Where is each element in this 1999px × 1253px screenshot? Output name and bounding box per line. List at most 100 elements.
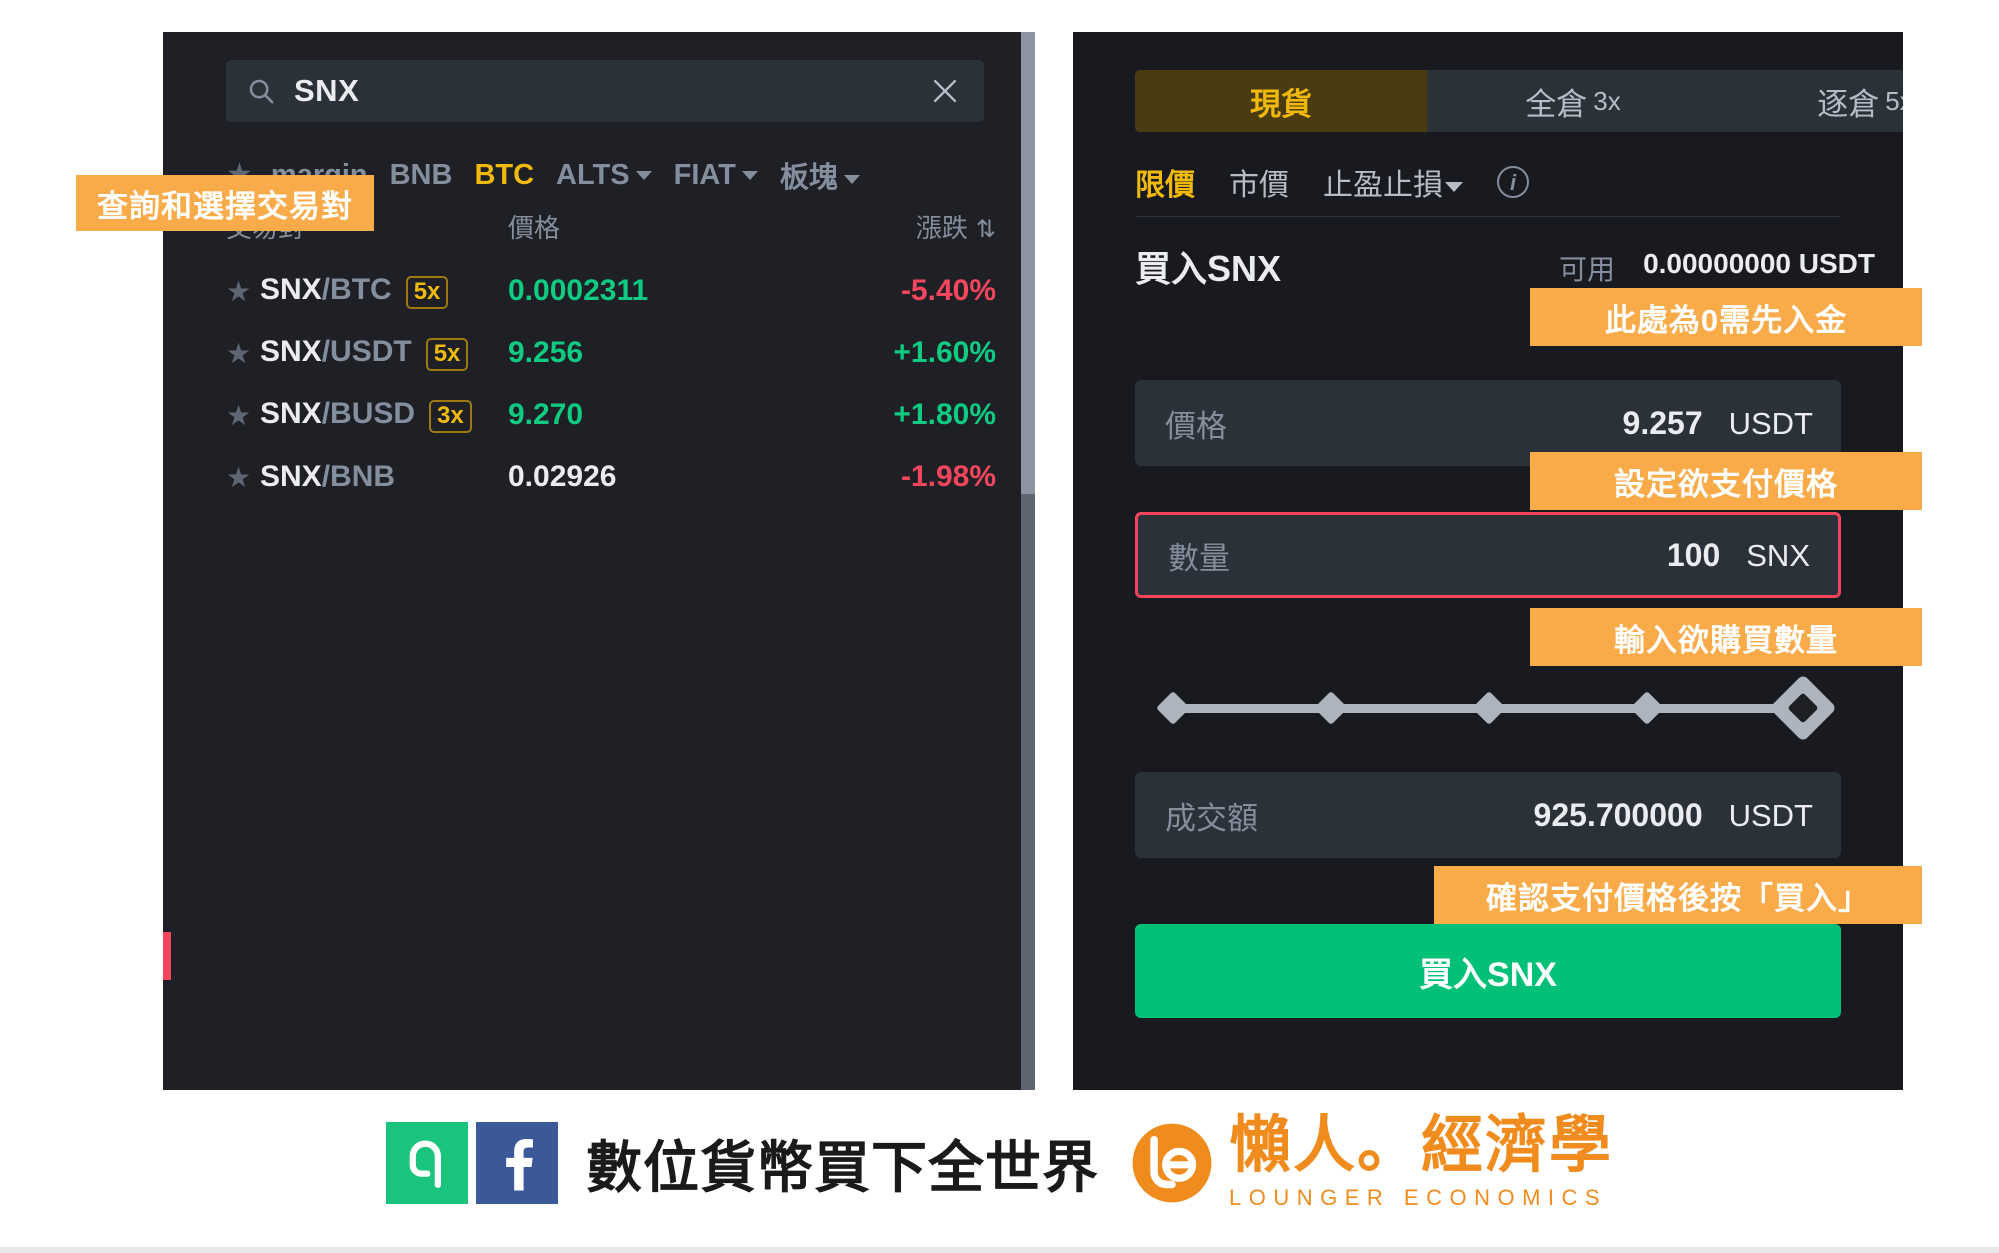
slider-tick-75[interactable] [1630,691,1664,725]
brand-name-cn: 懶人。經濟學 [1228,1111,1613,1180]
pair-quote: /BTC [321,272,392,306]
lounger-economics-logo-icon [1129,1120,1215,1206]
buy-header: 買入SNX 可用 0.00000000 USDT [1135,240,1875,289]
scrollbar-thumb[interactable] [1021,32,1035,494]
search-icon [246,76,276,106]
tab-stop-limit-order[interactable]: 止盈止損 [1323,160,1463,204]
slider-tick-50[interactable] [1472,691,1506,725]
star-icon[interactable]: ★ [226,399,260,432]
brand-name-en: LOUNGER ECONOMICS [1228,1185,1608,1210]
quantity-input[interactable]: 100 [1667,537,1720,574]
tab-isolated-margin-label: 逐倉 [1817,86,1880,122]
tab-market-order[interactable]: 市價 [1229,160,1289,204]
column-header-price[interactable]: 價格 [508,208,560,245]
pair-base: SNX [260,334,322,368]
total-amount-field[interactable]: 成交額 925.700000 USDT [1135,772,1841,858]
column-header-change[interactable]: 漲跌 ⇅ [916,208,996,245]
facebook-logo-icon[interactable] [475,1122,558,1204]
side-indicator [163,932,171,980]
footer-branding: 數位貨幣買下全世界 懶人。經濟學 LOUNGER ECONOMICS [0,1098,1999,1228]
chevron-down-icon [741,171,758,181]
filter-alts[interactable]: ALTS [556,159,652,192]
screenshot-root: SNX ★ margin BNB BTC ALTS FIAT 板塊 交易對 [0,0,1999,1253]
brand-text: 懶人。經濟學 LOUNGER ECONOMICS [1229,1115,1613,1211]
tab-spot[interactable]: 現貨 [1135,70,1427,132]
total-unit: USDT [1728,797,1813,833]
callout-set-price: 設定欲支付價格 [1530,452,1922,510]
close-icon[interactable] [928,74,962,108]
filter-sectors-label: 板塊 [779,162,838,194]
tab-spot-label: 現貨 [1250,86,1312,122]
quantity-unit: SNX [1746,537,1810,573]
search-bar[interactable]: SNX [226,60,984,122]
pair-base: SNX [260,396,322,430]
pair-label: SNX/BTC 5x [260,272,449,310]
star-icon[interactable]: ★ [226,275,260,308]
pair-label: SNX/USDT 5x [260,334,469,372]
price-unit: USDT [1728,405,1813,441]
row-price: 9.256 [508,336,584,369]
filter-sectors[interactable]: 板塊 [780,154,860,196]
table-row[interactable]: ★ SNX/BNB 0.02926 -1.98% [226,446,996,508]
filter-fiat[interactable]: FIAT [674,159,758,192]
pair-base: SNX [260,272,322,306]
callout-search-pair: 查詢和選擇交易對 [76,175,374,231]
price-value-group: 9.257 USDT [1623,405,1813,442]
table-row[interactable]: ★ SNX/USDT 5x 9.256 +1.60% [226,322,996,384]
available-balance: 0.00000000 USDT [1643,248,1875,279]
trade-mode-tabs: 現貨 全倉3x 逐倉5x [1135,70,1903,132]
order-type-tabs: 限價 市價 止盈止損 i [1135,160,1529,204]
available-label: 可用 [1558,254,1615,285]
pair-quote: /BNB [321,460,396,493]
amount-percent-slider[interactable] [1156,674,1837,742]
price-input[interactable]: 9.257 [1623,405,1703,442]
tab-cross-margin[interactable]: 全倉 3x [1427,70,1719,132]
row-change: +1.80% [893,398,996,431]
slider-handle[interactable] [1769,674,1837,742]
filter-fiat-label: FIAT [673,158,736,191]
bottom-rule [0,1247,1999,1253]
market-list-scrollbar[interactable] [1021,32,1035,1090]
slider-tick-0[interactable] [1156,691,1190,725]
page-title: 買入SNX [1135,248,1282,289]
filter-btc[interactable]: BTC [474,159,534,192]
row-price: 9.270 [508,398,584,431]
pair-quote: /USDT [321,334,412,368]
total-label: 成交額 [1165,800,1258,836]
tab-isolated-margin[interactable]: 逐倉5x [1719,70,1903,132]
star-icon[interactable]: ★ [226,337,260,370]
row-change: -1.98% [900,460,996,493]
tab-limit-order[interactable]: 限價 [1135,160,1195,204]
quantity-label: 數量 [1168,540,1230,576]
filter-bnb[interactable]: BNB [390,159,453,192]
buy-button[interactable]: 買入SNX [1135,924,1841,1018]
table-row[interactable]: ★ SNX/BTC 5x 0.0002311 -5.40% [226,260,996,322]
quantity-input-field[interactable]: 數量 100 SNX [1135,512,1841,598]
section-divider [1135,216,1841,217]
leverage-badge: 5x [425,337,469,372]
slider-tick-25[interactable] [1314,691,1348,725]
info-icon[interactable]: i [1497,166,1529,198]
chevron-down-icon [843,174,860,184]
search-input[interactable]: SNX [294,73,928,109]
line-logo-icon[interactable] [385,1122,468,1204]
filter-alts-label: ALTS [556,158,630,191]
total-value-group: 925.700000 USDT [1534,797,1813,834]
quantity-value-group: 100 SNX [1667,537,1810,574]
table-row[interactable]: ★ SNX/BUSD 3x 9.270 +1.80% [226,384,996,446]
leverage-badge: 5x [405,275,449,310]
star-icon[interactable]: ★ [226,461,260,494]
callout-enter-quantity: 輸入欲購買數量 [1530,608,1922,666]
chevron-down-icon [1445,182,1463,193]
row-change: +1.60% [893,336,996,369]
price-label: 價格 [1165,408,1227,444]
callout-zero-balance: 此處為0需先入金 [1530,288,1922,346]
tab-stop-limit-label: 止盈止損 [1323,169,1443,202]
tab-isolated-margin-leverage: 5x [1885,85,1903,116]
callout-confirm-buy: 確認支付價格後按「買入」 [1434,866,1922,924]
total-input[interactable]: 925.700000 [1534,797,1703,834]
pair-base: SNX [260,460,322,493]
sort-swap-icon: ⇅ [975,216,996,243]
market-rows: ★ SNX/BTC 5x 0.0002311 -5.40% ★ SNX/USDT 5… [226,260,996,508]
brand-lockup: 懶人。經濟學 LOUNGER ECONOMICS [1129,1115,1613,1211]
